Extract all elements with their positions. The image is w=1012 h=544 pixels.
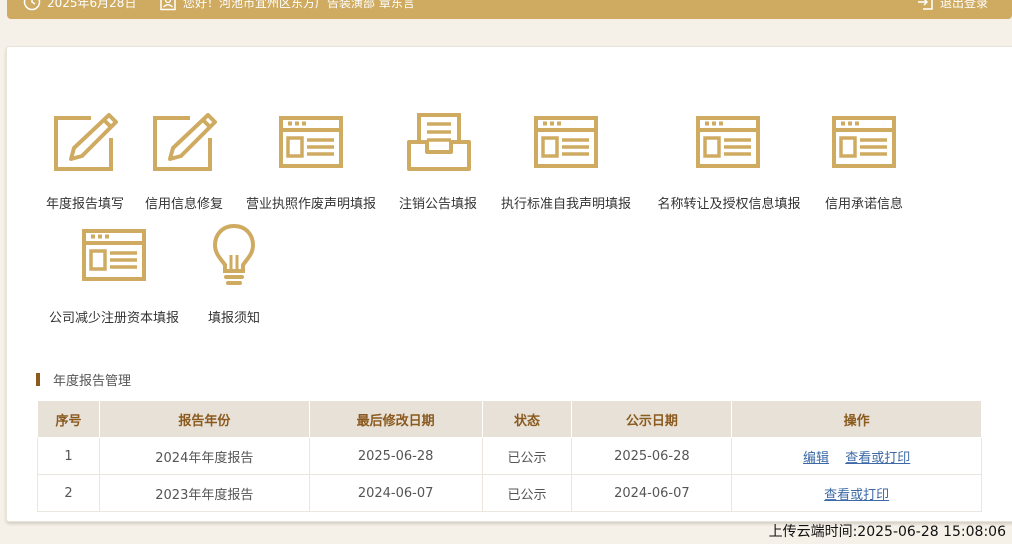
tile-label: 信用承诺信息 (824, 197, 904, 212)
section-title: 年度报告管理 (36, 370, 131, 389)
annual-report-table: 序号 报告年份 最后修改日期 状态 公示日期 操作 1 2024年年度报告 20… (37, 400, 982, 512)
actions-cell: 编辑 查看或打印 (731, 437, 982, 475)
logout-label: 退出登录 (939, 0, 988, 10)
column-header: 报告年份 (98, 400, 310, 438)
edit-pencil-icon (153, 113, 217, 171)
column-header: 操作 (731, 400, 982, 438)
row-number: 1 (37, 437, 100, 475)
date-display: 2025年6月28日 (23, 0, 136, 11)
top-bar: 2025年6月28日 您好！河池市宜州区东方广告装潢部 章东言 退出登录 (7, 0, 1012, 19)
edit-pencil-icon (54, 113, 118, 171)
section-marker (36, 373, 40, 386)
user-greeting: 您好！河池市宜州区东方广告装潢部 章东言 (159, 0, 415, 11)
tile-label: 注销公告填报 (398, 197, 478, 212)
form-window-icon (279, 116, 343, 168)
row-number: 2 (37, 474, 100, 512)
published-date: 2024-06-07 (571, 474, 733, 512)
tile-label: 营业执照作废声明填报 (245, 197, 377, 212)
table-header-row: 序号 报告年份 最后修改日期 状态 公示日期 操作 (37, 400, 982, 438)
form-window-icon (832, 116, 896, 168)
lightbulb-icon (212, 223, 256, 285)
greeting-text: 您好！河池市宜州区东方广告装潢部 章东言 (183, 0, 415, 10)
modified-date: 2025-06-28 (308, 437, 483, 475)
actions-cell: 查看或打印 (731, 474, 982, 512)
tile-label: 填报须知 (207, 311, 261, 326)
form-window-icon (534, 116, 598, 168)
view-print-link[interactable]: 查看或打印 (845, 451, 910, 466)
date-text: 2025年6月28日 (47, 0, 137, 10)
column-header: 最后修改日期 (308, 400, 483, 438)
report-year: 2024年年度报告 (98, 437, 310, 475)
tile-label: 名称转让及授权信息填报 (657, 197, 801, 212)
tile-label: 公司减少注册资本填报 (48, 311, 180, 326)
column-header: 序号 (37, 400, 100, 438)
clock-icon (23, 0, 41, 11)
logout-icon (917, 0, 933, 10)
modified-date: 2024-06-07 (308, 474, 483, 512)
column-header: 状态 (481, 400, 573, 438)
status: 已公示 (481, 474, 573, 512)
edit-link[interactable]: 编辑 (803, 451, 829, 466)
status: 已公示 (481, 437, 573, 475)
tile-label: 执行标准自我声明填报 (500, 197, 632, 212)
view-print-link[interactable]: 查看或打印 (824, 488, 889, 503)
section-title-text: 年度报告管理 (53, 374, 132, 389)
user-card-icon (160, 0, 176, 11)
report-year: 2023年年度报告 (98, 474, 310, 512)
column-header: 公示日期 (571, 400, 733, 438)
table-row: 2 2023年年度报告 2024-06-07 已公示 2024-06-07 查看… (37, 474, 982, 512)
form-window-icon (696, 116, 760, 168)
form-window-icon (82, 229, 146, 281)
table-row: 1 2024年年度报告 2025-06-28 已公示 2025-06-28 编辑… (37, 437, 982, 475)
published-date: 2025-06-28 (571, 437, 733, 475)
tile-label: 年度报告填写 (45, 197, 125, 212)
tile-label: 信用信息修复 (144, 197, 224, 212)
upload-time: 上传云端时间:2025-06-28 15:08:06 (768, 524, 1006, 540)
logout-button[interactable]: 退出登录 (916, 0, 988, 11)
inbox-tray-icon (407, 113, 471, 171)
